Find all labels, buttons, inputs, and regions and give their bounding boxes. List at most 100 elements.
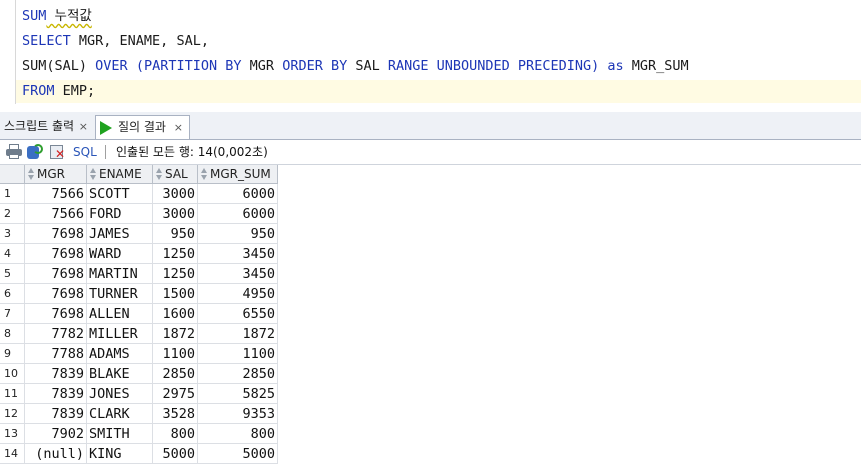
partition-column: MGR (249, 58, 275, 74)
cell-mgr[interactable]: 7566 (25, 184, 87, 204)
cell-ename[interactable]: MILLER (87, 324, 153, 344)
cell-mgr-sum[interactable]: 4950 (198, 284, 278, 304)
cell-ename[interactable]: TURNER (87, 284, 153, 304)
cell-sal[interactable]: 3000 (153, 204, 198, 224)
row-number: 12 (0, 404, 25, 424)
cell-mgr-sum[interactable]: 3450 (198, 244, 278, 264)
cell-sal[interactable]: 3528 (153, 404, 198, 424)
cell-mgr-sum[interactable]: 2850 (198, 364, 278, 384)
cell-ename[interactable]: BLAKE (87, 364, 153, 384)
cell-mgr-sum[interactable]: 3450 (198, 264, 278, 284)
row-number: 10 (0, 364, 25, 384)
keyword-as: as (607, 58, 624, 74)
cell-mgr[interactable]: 7839 (25, 384, 87, 404)
cell-sal[interactable]: 1250 (153, 244, 198, 264)
column-header-ename[interactable]: ENAME (87, 165, 153, 184)
cell-mgr-sum[interactable]: 5825 (198, 384, 278, 404)
tab-script-output-label: 스크립트 출력 (4, 119, 75, 133)
cell-sal[interactable]: 1600 (153, 304, 198, 324)
cell-mgr-sum[interactable]: 9353 (198, 404, 278, 424)
keyword-select: SELECT (22, 33, 71, 49)
column-header-mgr[interactable]: MGR (25, 165, 87, 184)
cell-sal[interactable]: 1250 (153, 264, 198, 284)
cell-sal[interactable]: 2975 (153, 384, 198, 404)
refresh-icon[interactable] (27, 144, 43, 159)
sql-editor[interactable]: SUM 누적값 SELECT MGR, ENAME, SAL, SUM(SAL)… (0, 0, 861, 110)
cell-ename[interactable]: CLARK (87, 404, 153, 424)
print-icon[interactable] (6, 144, 22, 159)
cell-sal[interactable]: 800 (153, 424, 198, 444)
column-alias: MGR_SUM (631, 58, 689, 74)
row-number: 8 (0, 324, 25, 344)
cell-ename[interactable]: SCOTT (87, 184, 153, 204)
editor-line-2[interactable]: SELECT MGR, ENAME, SAL, (16, 30, 209, 53)
cell-sal[interactable]: 2850 (153, 364, 198, 384)
output-tab-bar: 스크립트 출력 × 질의 결과 × (0, 112, 861, 140)
cell-mgr-sum[interactable]: 6000 (198, 204, 278, 224)
cell-ename[interactable]: SMITH (87, 424, 153, 444)
cell-mgr[interactable]: 7782 (25, 324, 87, 344)
cell-mgr[interactable]: 7698 (25, 304, 87, 324)
cell-sal[interactable]: 1872 (153, 324, 198, 344)
run-icon (100, 121, 112, 135)
cell-ename[interactable]: JONES (87, 384, 153, 404)
cell-ename[interactable]: JAMES (87, 224, 153, 244)
cell-sal[interactable]: 3000 (153, 184, 198, 204)
tab-script-output[interactable]: 스크립트 출력 × (0, 115, 94, 138)
sql-button[interactable]: SQL (73, 143, 97, 161)
cell-mgr[interactable]: 7902 (25, 424, 87, 444)
keyword-sum: SUM (22, 8, 47, 24)
sum-function: SUM(SAL) (22, 58, 88, 74)
editor-line-3[interactable]: SUM(SAL) OVER (PARTITION BY MGR ORDER BY… (16, 55, 689, 78)
toolbar-divider (105, 145, 106, 159)
cell-mgr[interactable]: 7839 (25, 404, 87, 424)
cancel-query-icon[interactable]: ✕ (50, 144, 66, 160)
row-number-header (0, 165, 25, 184)
select-columns: MGR, ENAME, SAL, (70, 33, 209, 49)
column-header-sal[interactable]: SAL (153, 165, 198, 184)
cell-mgr[interactable]: 7698 (25, 224, 87, 244)
row-number: 9 (0, 344, 25, 364)
cell-mgr-sum[interactable]: 6550 (198, 304, 278, 324)
cell-sal[interactable]: 950 (153, 224, 198, 244)
close-paren: ) (591, 58, 600, 74)
cell-mgr[interactable]: (null) (25, 444, 87, 464)
cell-sal[interactable]: 1500 (153, 284, 198, 304)
cell-mgr[interactable]: 7698 (25, 244, 87, 264)
keyword-from: FROM (22, 83, 55, 99)
results-toolbar: ✕ SQL 인출된 모든 행: 14(0,002초) (0, 140, 861, 165)
cell-mgr[interactable]: 7698 (25, 264, 87, 284)
cell-mgr[interactable]: 7788 (25, 344, 87, 364)
row-number: 11 (0, 384, 25, 404)
sort-icon (28, 168, 35, 180)
cell-ename[interactable]: MARTIN (87, 264, 153, 284)
sort-icon (201, 168, 208, 180)
cell-sal[interactable]: 5000 (153, 444, 198, 464)
cell-mgr-sum[interactable]: 950 (198, 224, 278, 244)
close-icon[interactable]: × (79, 115, 88, 138)
column-header-mgr-sum[interactable]: MGR_SUM (198, 165, 278, 184)
keyword-order-by: ORDER BY (282, 58, 348, 74)
cell-mgr-sum[interactable]: 6000 (198, 184, 278, 204)
fetch-status: 인출된 모든 행: 14(0,002초) (116, 145, 268, 159)
editor-line-1[interactable]: SUM 누적값 (16, 5, 92, 28)
cell-mgr[interactable]: 7698 (25, 284, 87, 304)
cell-ename[interactable]: FORD (87, 204, 153, 224)
cell-mgr-sum[interactable]: 800 (198, 424, 278, 444)
cell-ename[interactable]: ALLEN (87, 304, 153, 324)
row-number: 7 (0, 304, 25, 324)
cell-ename[interactable]: WARD (87, 244, 153, 264)
cell-ename[interactable]: KING (87, 444, 153, 464)
cell-mgr-sum[interactable]: 1872 (198, 324, 278, 344)
cell-mgr-sum[interactable]: 1100 (198, 344, 278, 364)
cell-ename[interactable]: ADAMS (87, 344, 153, 364)
row-number: 1 (0, 184, 25, 204)
cell-mgr[interactable]: 7839 (25, 364, 87, 384)
cell-sal[interactable]: 1100 (153, 344, 198, 364)
cell-mgr-sum[interactable]: 5000 (198, 444, 278, 464)
row-number: 6 (0, 284, 25, 304)
editor-line-4[interactable]: FROM EMP; (16, 80, 861, 103)
tab-query-result[interactable]: 질의 결과 × (95, 115, 190, 139)
close-icon[interactable]: × (174, 116, 183, 139)
cell-mgr[interactable]: 7566 (25, 204, 87, 224)
